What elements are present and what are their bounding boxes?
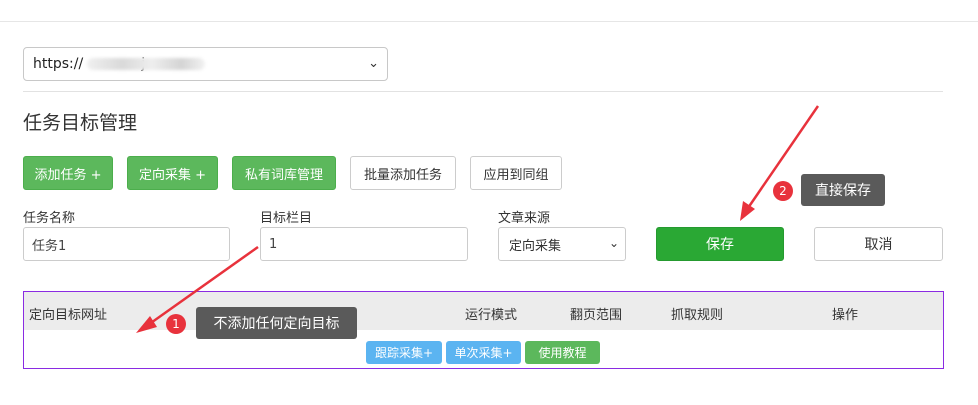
arrow-2-head [740, 201, 755, 221]
annotation-badge-1: 1 [166, 314, 186, 334]
page: https:// j ⌄ 任务目标管理 添加任务 + 定向采集 + 私有词库管理… [0, 0, 978, 405]
annotation-tip-2: 直接保存 [801, 174, 885, 206]
annotation-tip-1: 不添加任何定向目标 [196, 307, 357, 339]
arrow-1-head [136, 316, 157, 333]
annotation-badge-2: 2 [773, 181, 793, 201]
